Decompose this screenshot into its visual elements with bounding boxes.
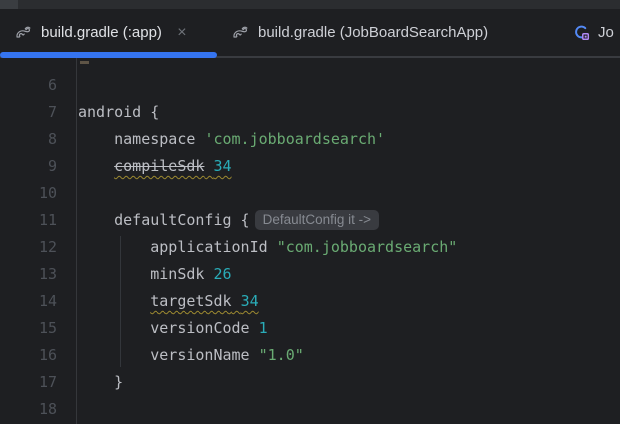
code-token: 1 — [258, 319, 268, 337]
code-token: namespace — [78, 130, 205, 148]
warning-squiggle: 34 — [213, 157, 231, 175]
tab-truncated-file[interactable]: Jo — [562, 9, 620, 56]
code-line[interactable]: versionName "1.0" — [78, 342, 620, 369]
warning-squiggle — [232, 292, 241, 310]
code-token: 'com.jobboardsearch' — [204, 130, 386, 148]
line-number-gutter[interactable]: 6 7 8 9 10 11 12 13 14 15 16 17 18 — [0, 58, 77, 424]
code-line[interactable]: android { — [78, 99, 620, 126]
code-token: applicationId — [78, 238, 277, 256]
gutter-line-number[interactable]: 14 — [0, 288, 76, 315]
code-token: 34 — [213, 157, 232, 175]
gutter-line-number[interactable]: 6 — [0, 72, 76, 99]
indent-guide-line — [120, 236, 121, 367]
inlay-hint: DefaultConfig it -> — [254, 210, 380, 230]
code-token: "com.jobboardsearch" — [276, 238, 458, 256]
code-token: minSdk — [78, 265, 214, 283]
tab-label: build.gradle (JobBoardSearchApp) — [258, 24, 489, 41]
gutter-line-number[interactable]: 18 — [0, 396, 76, 423]
code-line[interactable] — [78, 180, 620, 207]
warning-squiggle: compileSdk — [114, 157, 204, 175]
code-token: versionName — [78, 346, 259, 364]
gutter-line-number[interactable]: 17 — [0, 369, 76, 396]
gutter-line-number[interactable]: 11 — [0, 207, 76, 234]
clipped-line-fragment — [80, 61, 89, 64]
window-top-strip — [0, 0, 620, 9]
class-icon — [573, 24, 590, 41]
code-token: targetSdk — [150, 292, 232, 310]
warning-squiggle: 34 — [241, 292, 259, 310]
code-token: compileSdk — [114, 157, 205, 175]
code-line[interactable]: applicationId "com.jobboardsearch" — [78, 234, 620, 261]
close-tab-icon[interactable]: × — [174, 24, 190, 41]
active-tab-indicator — [0, 52, 217, 58]
gutter-line-number[interactable]: 7 — [0, 99, 76, 126]
code-line[interactable] — [78, 396, 620, 423]
gradle-elephant-icon — [230, 25, 250, 40]
warning-squiggle: targetSdk — [150, 292, 231, 310]
code-line[interactable]: minSdk 26 — [78, 261, 620, 288]
gutter-line-number[interactable]: 16 — [0, 342, 76, 369]
code-line[interactable] — [78, 72, 620, 99]
code-editor[interactable]: 6 7 8 9 10 11 12 13 14 15 16 17 18 android { namespa… — [0, 58, 620, 424]
top-left-corner-block — [0, 0, 18, 9]
gutter-line-number[interactable]: 10 — [0, 180, 76, 207]
tab-label: build.gradle (:app) — [41, 24, 162, 41]
gutter-line-number[interactable]: 15 — [0, 315, 76, 342]
code-line[interactable]: versionCode 1 — [78, 315, 620, 342]
tab-label: Jo — [598, 24, 614, 41]
gradle-elephant-icon — [13, 25, 33, 40]
tab-build-gradle-app[interactable]: build.gradle (:app) × — [0, 9, 217, 56]
gutter-line-number[interactable]: 8 — [0, 126, 76, 153]
tab-build-gradle-project[interactable]: build.gradle (JobBoardSearchApp) — [217, 9, 562, 56]
code-token: versionCode — [78, 319, 259, 337]
code-line[interactable]: compileSdk 34 — [78, 153, 620, 180]
code-token: "1.0" — [258, 346, 304, 364]
gutter-line-number[interactable]: 12 — [0, 234, 76, 261]
code-token: 34 — [240, 292, 259, 310]
code-line[interactable]: } — [78, 369, 620, 396]
code-line[interactable]: namespace 'com.jobboardsearch' — [78, 126, 620, 153]
code-line[interactable]: targetSdk 34 — [78, 288, 620, 315]
code-content[interactable]: android { namespace 'com.jobboardsearch'… — [77, 58, 620, 424]
gutter-line-number[interactable]: 13 — [0, 261, 76, 288]
gutter-line-number[interactable]: 9 — [0, 153, 76, 180]
editor-tab-bar: build.gradle (:app) × build.gradle (JobB… — [0, 9, 620, 58]
code-token: android { — [78, 103, 160, 121]
code-token: 26 — [213, 265, 232, 283]
code-line[interactable]: defaultConfig {DefaultConfig it -> — [78, 207, 620, 234]
code-token: defaultConfig { — [78, 211, 250, 229]
code-token: } — [78, 373, 124, 391]
